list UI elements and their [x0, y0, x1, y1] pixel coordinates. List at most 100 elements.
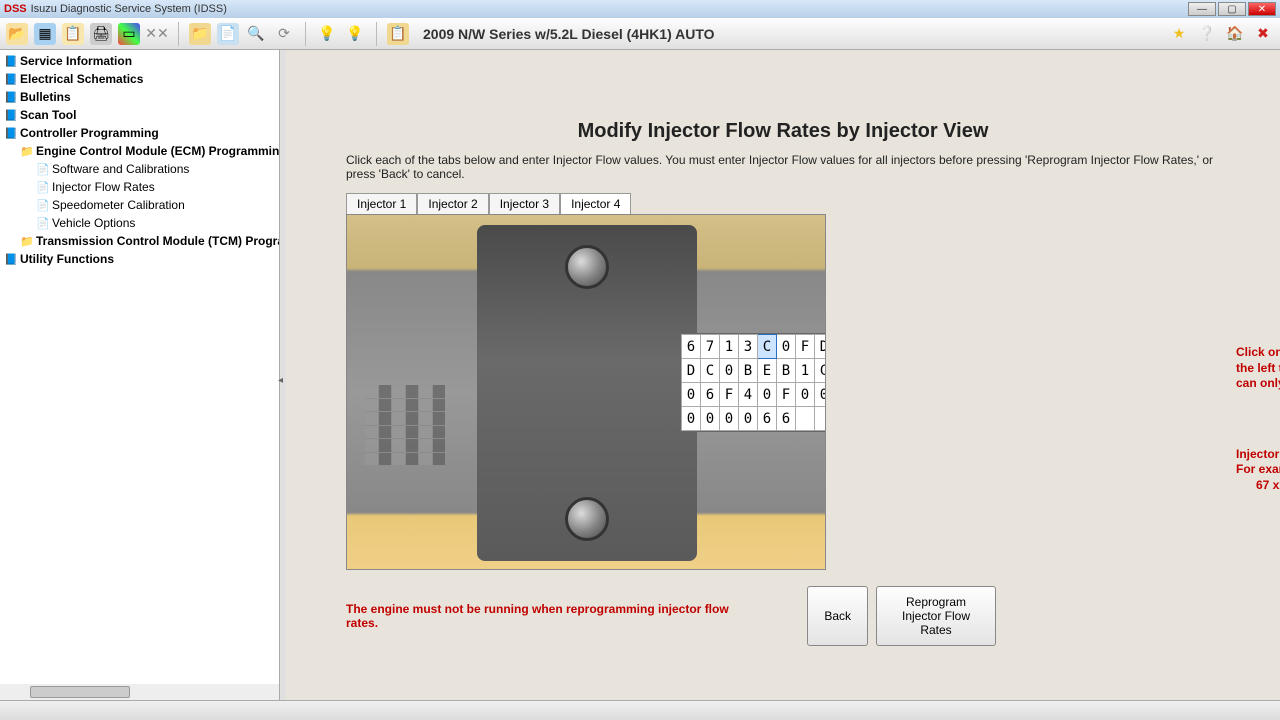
page-icon: 📄 [36, 217, 48, 229]
tab-injector-3[interactable]: Injector 3 [489, 193, 560, 214]
sidebar-item-label: Bulletins [20, 90, 71, 104]
report-icon[interactable]: 📄 [217, 23, 239, 45]
sidebar-item[interactable]: 📘 Bulletins [0, 88, 279, 106]
sidebar-item[interactable]: 📄 Software and Calibrations [0, 160, 279, 178]
clipboard-icon[interactable]: 📋 [387, 23, 409, 45]
hex-cell[interactable] [796, 407, 815, 431]
tab-injector-2[interactable]: Injector 2 [417, 193, 488, 214]
hex-cell[interactable]: C [758, 335, 777, 359]
sidebar-scrollbar[interactable] [0, 684, 279, 700]
hex-cell[interactable]: C [815, 359, 827, 383]
sidebar-item[interactable]: 📘 Service Information [0, 52, 279, 70]
reprogram-button[interactable]: Reprogram Injector Flow Rates [876, 586, 996, 646]
book-icon: 📘 [4, 109, 16, 121]
hex-cell[interactable]: 7 [701, 335, 720, 359]
bulb-on-icon[interactable]: 💡 [316, 23, 338, 45]
sidebar-item-label: Service Information [20, 54, 132, 68]
page-icon: 📄 [36, 199, 48, 211]
hex-cell[interactable]: C [701, 359, 720, 383]
separator [305, 22, 306, 46]
book-icon: 📘 [4, 55, 16, 67]
home-icon[interactable]: 🏠 [1224, 23, 1246, 45]
sidebar-item[interactable]: 📄Injector Flow Rates [0, 178, 279, 196]
sidebar-item-label: Injector Flow Rates [52, 180, 155, 194]
hex-cell[interactable]: B [777, 359, 796, 383]
tab-injector-4[interactable]: Injector 4 [560, 193, 631, 214]
open-icon[interactable]: 📂 [6, 23, 28, 45]
notes-icon[interactable]: 📋 [62, 23, 84, 45]
search-icon[interactable]: 🔍 [245, 23, 267, 45]
module-icon[interactable]: ▦ [34, 23, 56, 45]
bulb-off-icon[interactable]: 💡 [344, 23, 366, 45]
sidebar-item[interactable]: 📄Speedometer Calibration [0, 196, 279, 214]
refresh-icon[interactable]: ⟳ [273, 23, 295, 45]
hex-cell[interactable]: 6 [758, 407, 777, 431]
star-icon[interactable]: ★ [1168, 23, 1190, 45]
sidebar-item-label: Electrical Schematics [20, 72, 143, 86]
hex-cell[interactable]: 0 [682, 407, 701, 431]
hex-cell[interactable]: 6 [682, 335, 701, 359]
sidebar-item-label: Transmission Control Module (TCM) Progra… [36, 234, 280, 248]
hex-cell[interactable]: 6 [777, 407, 796, 431]
page-icon: 📄 [36, 163, 48, 175]
hex-cell[interactable]: 0 [739, 407, 758, 431]
sidebar-item[interactable]: 📁Transmission Control Module (TCM) Progr… [0, 232, 279, 250]
separator [376, 22, 377, 46]
help-icon[interactable]: ❔ [1196, 23, 1218, 45]
hex-cell[interactable]: 0 [815, 383, 827, 407]
print-icon[interactable]: 🖨 [90, 23, 112, 45]
tools-icon[interactable]: ✕✕ [146, 23, 168, 45]
book-icon: 📘 [4, 127, 16, 139]
hex-cell[interactable]: 0 [720, 407, 739, 431]
hex-cell[interactable]: 0 [777, 335, 796, 359]
back-button[interactable]: Back [807, 586, 868, 646]
engine-warning: The engine must not be running when repr… [346, 602, 746, 630]
statusbar [0, 700, 1280, 720]
hex-cell[interactable]: D [815, 335, 827, 359]
hex-cell[interactable]: F [796, 335, 815, 359]
sidebar-item[interactable]: 📁Engine Control Module (ECM) Programming [0, 142, 279, 160]
sidebar-item[interactable]: 📘 Scan Tool [0, 106, 279, 124]
palette-icon[interactable]: ▭ [118, 23, 140, 45]
maximize-button[interactable]: ▢ [1218, 2, 1246, 16]
sidebar-item[interactable]: 📄Vehicle Options [0, 214, 279, 232]
titlebar-text: Isuzu Diagnostic Service System (IDSS) [31, 3, 227, 15]
book-icon: 📘 [4, 73, 16, 85]
minimize-button[interactable]: — [1188, 2, 1216, 16]
vehicle-label: 2009 N/W Series w/5.2L Diesel (4HK1) AUT… [423, 26, 715, 42]
flow-rate-grid[interactable]: 6713C0FDDC0BEB1C06F40F00000066 [680, 333, 826, 432]
hex-cell[interactable]: 0 [758, 383, 777, 407]
titlebar: DSS Isuzu Diagnostic Service System (IDS… [0, 0, 1280, 18]
hex-cell[interactable]: B [739, 359, 758, 383]
sidebar-item[interactable]: 📘Utility Functions [0, 250, 279, 268]
exit-icon[interactable]: ✖ [1252, 23, 1274, 45]
hex-cell[interactable]: E [758, 359, 777, 383]
hex-cell[interactable]: 0 [720, 359, 739, 383]
hex-cell[interactable] [815, 407, 827, 431]
hex-cell[interactable]: 0 [682, 383, 701, 407]
hex-cell[interactable]: 4 [739, 383, 758, 407]
sidebar-item[interactable]: 📘Controller Programming [0, 124, 279, 142]
sidebar-item-label: Engine Control Module (ECM) Programming [36, 144, 280, 158]
grid-help-note: Click on a cell in the grid to the left … [1236, 345, 1280, 392]
tab-injector-1[interactable]: Injector 1 [346, 193, 417, 214]
book-icon: 📘 [4, 91, 16, 103]
sidebar-item-label: Software and Calibrations [52, 162, 189, 176]
sidebar-item[interactable]: 📘 Electrical Schematics [0, 70, 279, 88]
hex-cell[interactable]: 1 [796, 359, 815, 383]
folder-icon[interactable]: 📁 [189, 23, 211, 45]
hex-cell[interactable]: D [682, 359, 701, 383]
page-title: Modify Injector Flow Rates by Injector V… [346, 120, 1220, 143]
sidebar: 📘 Service Information 📘 Electrical Schemati… [0, 50, 280, 700]
close-button[interactable]: ✕ [1248, 2, 1276, 16]
sidebar-item-label: Scan Tool [20, 108, 76, 122]
hex-cell[interactable]: 6 [701, 383, 720, 407]
format-help-note: Injector flow values must start with 67.… [1236, 447, 1280, 494]
hex-cell[interactable]: 0 [701, 407, 720, 431]
hex-cell[interactable]: 1 [720, 335, 739, 359]
hex-cell[interactable]: F [777, 383, 796, 407]
hex-cell[interactable]: 3 [739, 335, 758, 359]
hex-cell[interactable]: 0 [796, 383, 815, 407]
hex-cell[interactable]: F [720, 383, 739, 407]
sidebar-item-label: Utility Functions [20, 252, 114, 266]
